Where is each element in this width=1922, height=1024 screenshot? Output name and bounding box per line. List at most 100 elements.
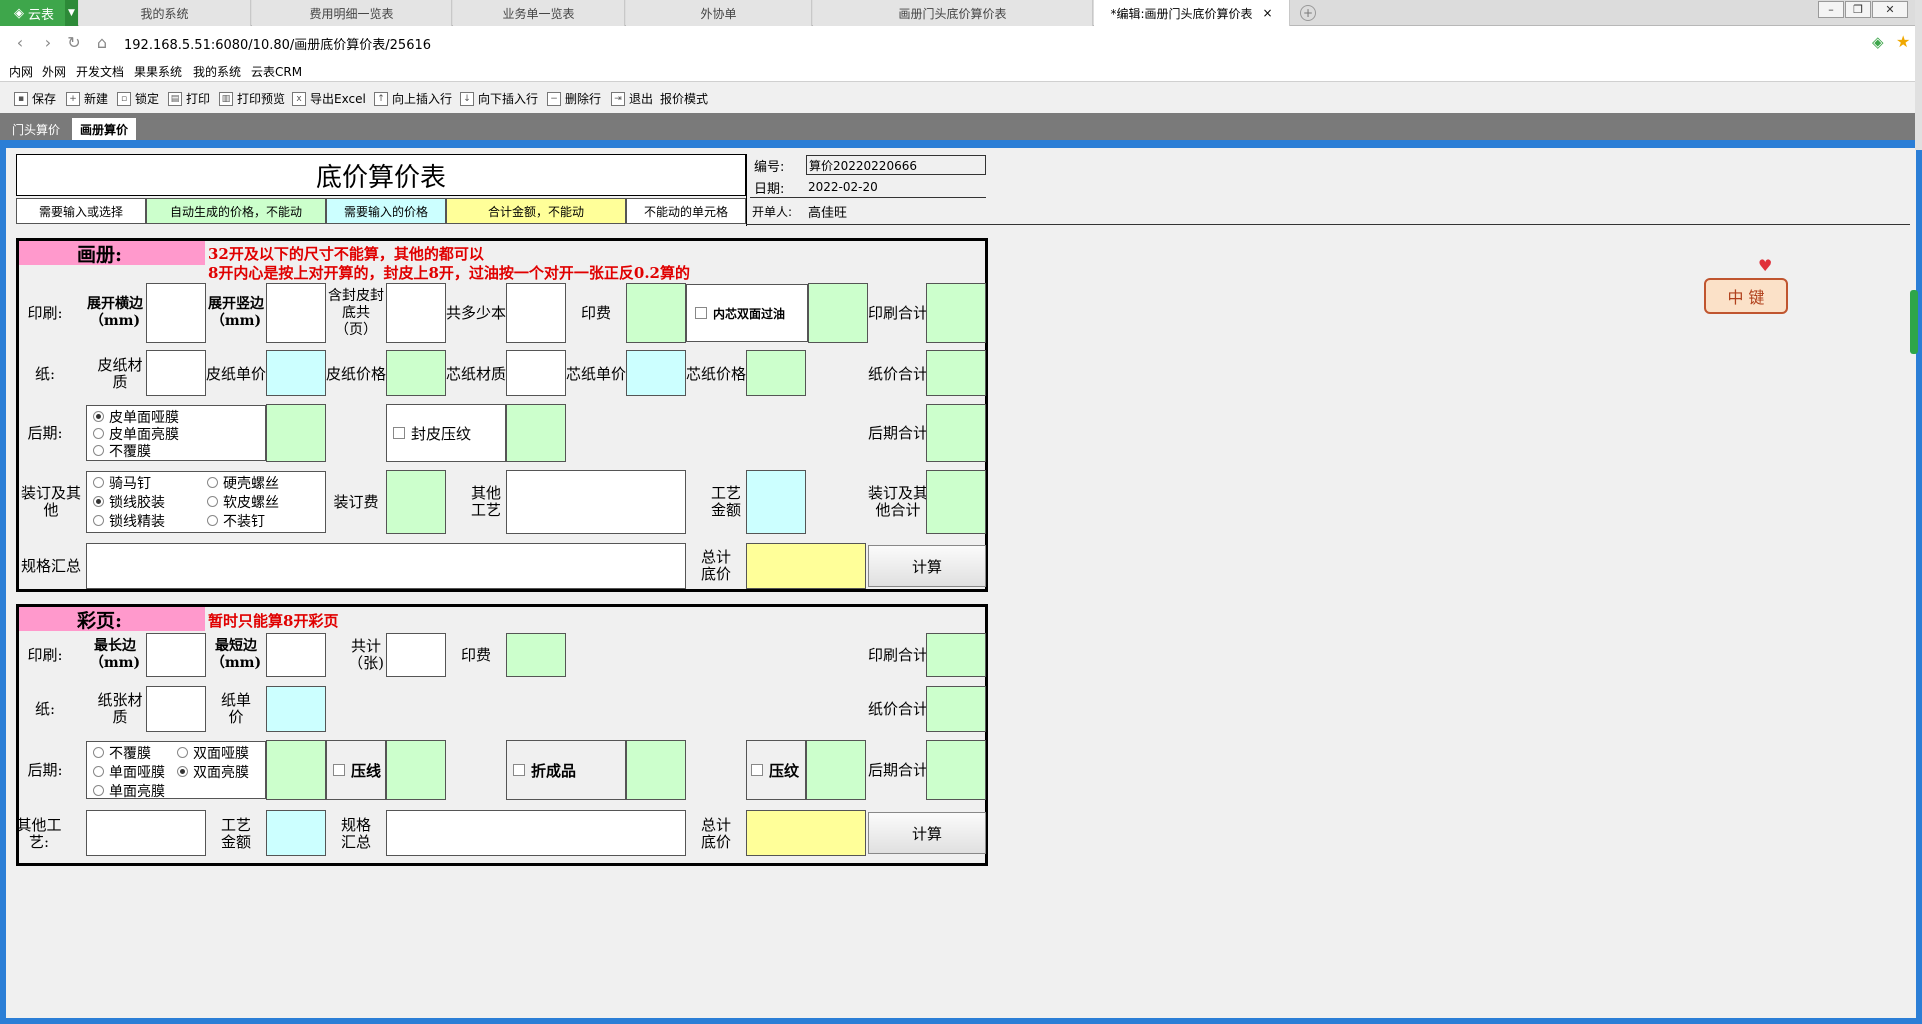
app-menu-button[interactable]: ◈ 云表 ▼: [0, 0, 78, 26]
tab-door-pricing[interactable]: 门头算价: [6, 118, 66, 140]
copies-input[interactable]: [506, 283, 566, 343]
tab-my-system[interactable]: 我的系统: [79, 0, 251, 26]
short-edge-input[interactable]: [266, 633, 326, 677]
quote-mode-button[interactable]: 报价模式: [660, 90, 708, 107]
paper-total-value: [926, 350, 986, 396]
back-icon[interactable]: ‹: [10, 33, 30, 52]
insert-row-below-button[interactable]: ↓ 向下插入行: [460, 90, 538, 107]
delete-row-button[interactable]: − 删除行: [547, 90, 601, 107]
refresh-icon[interactable]: ↻: [64, 33, 84, 52]
unfold-width-input[interactable]: [146, 283, 206, 343]
cp-other-craft-input[interactable]: [86, 810, 206, 856]
print-label: 打印: [186, 92, 211, 106]
other-craft-input[interactable]: [506, 470, 686, 534]
binding-label: 装订及其他: [20, 484, 81, 519]
bookmark-item[interactable]: 云表CRM: [251, 63, 302, 80]
cover-material-input[interactable]: [146, 350, 206, 396]
option-label: 单面哑膜: [109, 764, 165, 781]
total-price-value: [746, 543, 866, 589]
tab-business-list[interactable]: 业务单一览表: [453, 0, 625, 26]
print-button[interactable]: ▤ 打印: [168, 90, 210, 107]
forward-icon[interactable]: ›: [38, 33, 58, 52]
crease-checkbox[interactable]: 压线: [326, 740, 386, 800]
lamination-option[interactable]: 不覆膜: [93, 442, 265, 460]
cp-print-label: 印刷:: [27, 645, 63, 664]
radio-icon: [93, 445, 104, 456]
long-edge-input[interactable]: [146, 633, 206, 677]
binding-option[interactable]: 硬壳螺丝: [207, 474, 279, 492]
option-label: 双面哑膜: [193, 745, 249, 762]
inner-oil-checkbox[interactable]: 内芯双面过油: [686, 284, 808, 342]
tab-price-table[interactable]: 画册门头底价算价表: [813, 0, 1093, 26]
craft-amount-input[interactable]: [746, 470, 806, 534]
home-icon[interactable]: ⌂: [92, 33, 112, 52]
album-header: 画册:: [19, 241, 205, 266]
star-icon[interactable]: ★: [1896, 32, 1910, 51]
bookmark-item[interactable]: 开发文档: [76, 63, 124, 80]
cp-post-total-label: 后期合计: [868, 760, 929, 779]
binding-option[interactable]: 不装钉: [207, 512, 265, 530]
tab-label: *编辑:画册门头底价算价表: [1110, 6, 1253, 21]
save-button[interactable]: ▪ 保存: [14, 90, 56, 107]
emboss-checkbox[interactable]: 压纹: [746, 740, 806, 800]
binding-option[interactable]: 骑马钉: [93, 474, 151, 492]
colorpage-calculate-button[interactable]: 计算: [868, 812, 986, 854]
fold-checkbox[interactable]: 折成品: [506, 740, 626, 800]
lamination-option[interactable]: 皮单面哑膜: [93, 408, 265, 426]
new-button[interactable]: + 新建: [66, 90, 108, 107]
bookmark-item[interactable]: 果果系统: [134, 63, 182, 80]
binding-option[interactable]: 锁线精装: [93, 512, 165, 530]
binding-radio-group: 骑马钉 硬壳螺丝 锁线胶装 软皮螺丝 锁线精装 不装钉: [86, 471, 326, 533]
creator-field[interactable]: 高佳旺: [808, 202, 847, 221]
tab-expense-detail[interactable]: 费用明细一览表: [252, 0, 452, 26]
print-preview-button[interactable]: ▥ 打印预览: [219, 90, 285, 107]
bookmark-item[interactable]: 外网: [42, 63, 66, 80]
core-material-input[interactable]: [506, 350, 566, 396]
date-field[interactable]: 2022-02-20: [808, 180, 878, 194]
close-window-icon[interactable]: ✕: [1872, 1, 1908, 18]
tab-outsource[interactable]: 外协单: [626, 0, 812, 26]
new-tab-icon[interactable]: +: [1300, 5, 1316, 21]
url-field[interactable]: 192.168.5.51:6080/10.80/画册底价算价表/25616: [124, 34, 431, 53]
album-calculate-button[interactable]: 计算: [868, 545, 986, 587]
cp-lamination-option[interactable]: 双面哑膜: [177, 744, 249, 762]
paper-unit-input[interactable]: [266, 686, 326, 732]
exit-icon: ⇥: [611, 91, 625, 106]
cover-unit-input[interactable]: [266, 350, 326, 396]
option-label: 不覆膜: [109, 745, 151, 762]
insert-row-above-button[interactable]: ↑ 向上插入行: [374, 90, 452, 107]
binding-option[interactable]: 锁线胶装: [93, 493, 165, 511]
scrollbar-thumb[interactable]: [1910, 290, 1918, 354]
cp-lamination-option[interactable]: 不覆膜: [93, 744, 151, 762]
cp-lamination-option[interactable]: 单面哑膜: [93, 763, 165, 781]
bookmark-item[interactable]: 我的系统: [193, 63, 241, 80]
close-icon[interactable]: ×: [1262, 6, 1272, 20]
cp-lamination-option[interactable]: 单面亮膜: [93, 782, 165, 800]
tab-edit-price-table[interactable]: *编辑:画册门头底价算价表 ×: [1094, 0, 1290, 26]
cp-lamination-option[interactable]: 双面亮膜: [177, 763, 249, 781]
pages-input[interactable]: [386, 283, 446, 343]
print-preview-icon: ▥: [219, 91, 233, 106]
unfold-height-input[interactable]: [266, 283, 326, 343]
lock-button[interactable]: ▫ 锁定: [117, 90, 159, 107]
paper-material-input[interactable]: [146, 686, 206, 732]
lamination-option[interactable]: 皮单面亮膜: [93, 425, 265, 443]
page-title: 底价算价表: [315, 162, 446, 193]
count-input[interactable]: [386, 633, 446, 677]
cp-craft-amount-input[interactable]: [266, 810, 326, 856]
number-field[interactable]: 算价20220220666: [806, 155, 986, 175]
tab-album-pricing[interactable]: 画册算价: [72, 118, 136, 140]
chevron-down-icon[interactable]: ▼: [65, 0, 78, 26]
exit-button[interactable]: ⇥ 退出: [611, 90, 653, 107]
bookmark-item[interactable]: 内网: [9, 63, 33, 80]
crease-label: 压线: [351, 761, 382, 780]
browser-tab-strip: ◈ 云表 ▼ 我的系统 费用明细一览表 业务单一览表 外协单 画册门头底价算价表…: [0, 0, 1922, 26]
export-excel-button[interactable]: x 导出Excel: [292, 90, 366, 107]
core-unit-input[interactable]: [626, 350, 686, 396]
extension-icon[interactable]: ◈: [1872, 33, 1884, 51]
binding-option[interactable]: 软皮螺丝: [207, 493, 279, 511]
restore-icon[interactable]: ❐: [1845, 1, 1871, 18]
minimize-icon[interactable]: –: [1818, 1, 1844, 18]
cover-emboss-checkbox[interactable]: 封皮压纹: [386, 404, 506, 462]
ime-toolbar[interactable]: 中 键: [1704, 278, 1788, 314]
